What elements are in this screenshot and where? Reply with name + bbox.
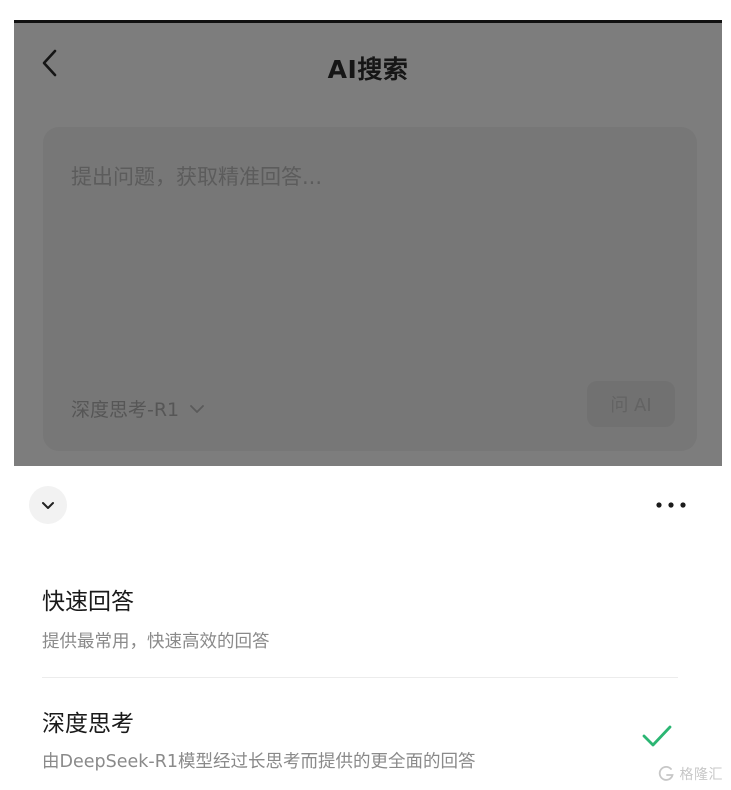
ask-ai-button[interactable]: 问 AI [587,381,675,427]
option-description: 由DeepSeek-R1模型经过长思考而提供的更全面的回答 [42,752,476,772]
option-deep-thinking[interactable]: 深度思考 由DeepSeek-R1模型经过长思考而提供的更全面的回答 [0,698,731,790]
option-fast-answer[interactable]: 快速回答 提供最常用，快速高效的回答 [0,576,731,676]
page: AI搜索 深度思考-R1 问 AI [0,0,731,790]
watermark-logo-icon [658,766,674,781]
dimmed-search-screen: AI搜索 深度思考-R1 问 AI [14,20,722,466]
search-card: 深度思考-R1 问 AI [43,127,697,451]
watermark: 格隆汇 [658,764,724,784]
more-horizontal-icon [656,502,686,508]
question-input[interactable] [71,160,631,194]
collapse-sheet-button[interactable] [29,486,67,524]
chevron-down-icon [190,404,205,413]
watermark-text: 格隆汇 [679,767,723,783]
chevron-down-icon [42,501,54,509]
model-selector[interactable]: 深度思考-R1 [71,395,205,422]
mode-bottom-sheet: 快速回答 提供最常用，快速高效的回答 深度思考 由DeepSeek-R1模型经过… [0,466,731,790]
check-icon [642,725,672,747]
model-selector-label: 深度思考-R1 [71,399,180,421]
option-divider [42,677,678,678]
more-options-button[interactable] [651,492,691,518]
option-title: 深度思考 [42,711,134,737]
option-description: 提供最常用，快速高效的回答 [42,632,270,652]
page-title: AI搜索 [327,55,409,84]
option-title: 快速回答 [42,589,134,615]
